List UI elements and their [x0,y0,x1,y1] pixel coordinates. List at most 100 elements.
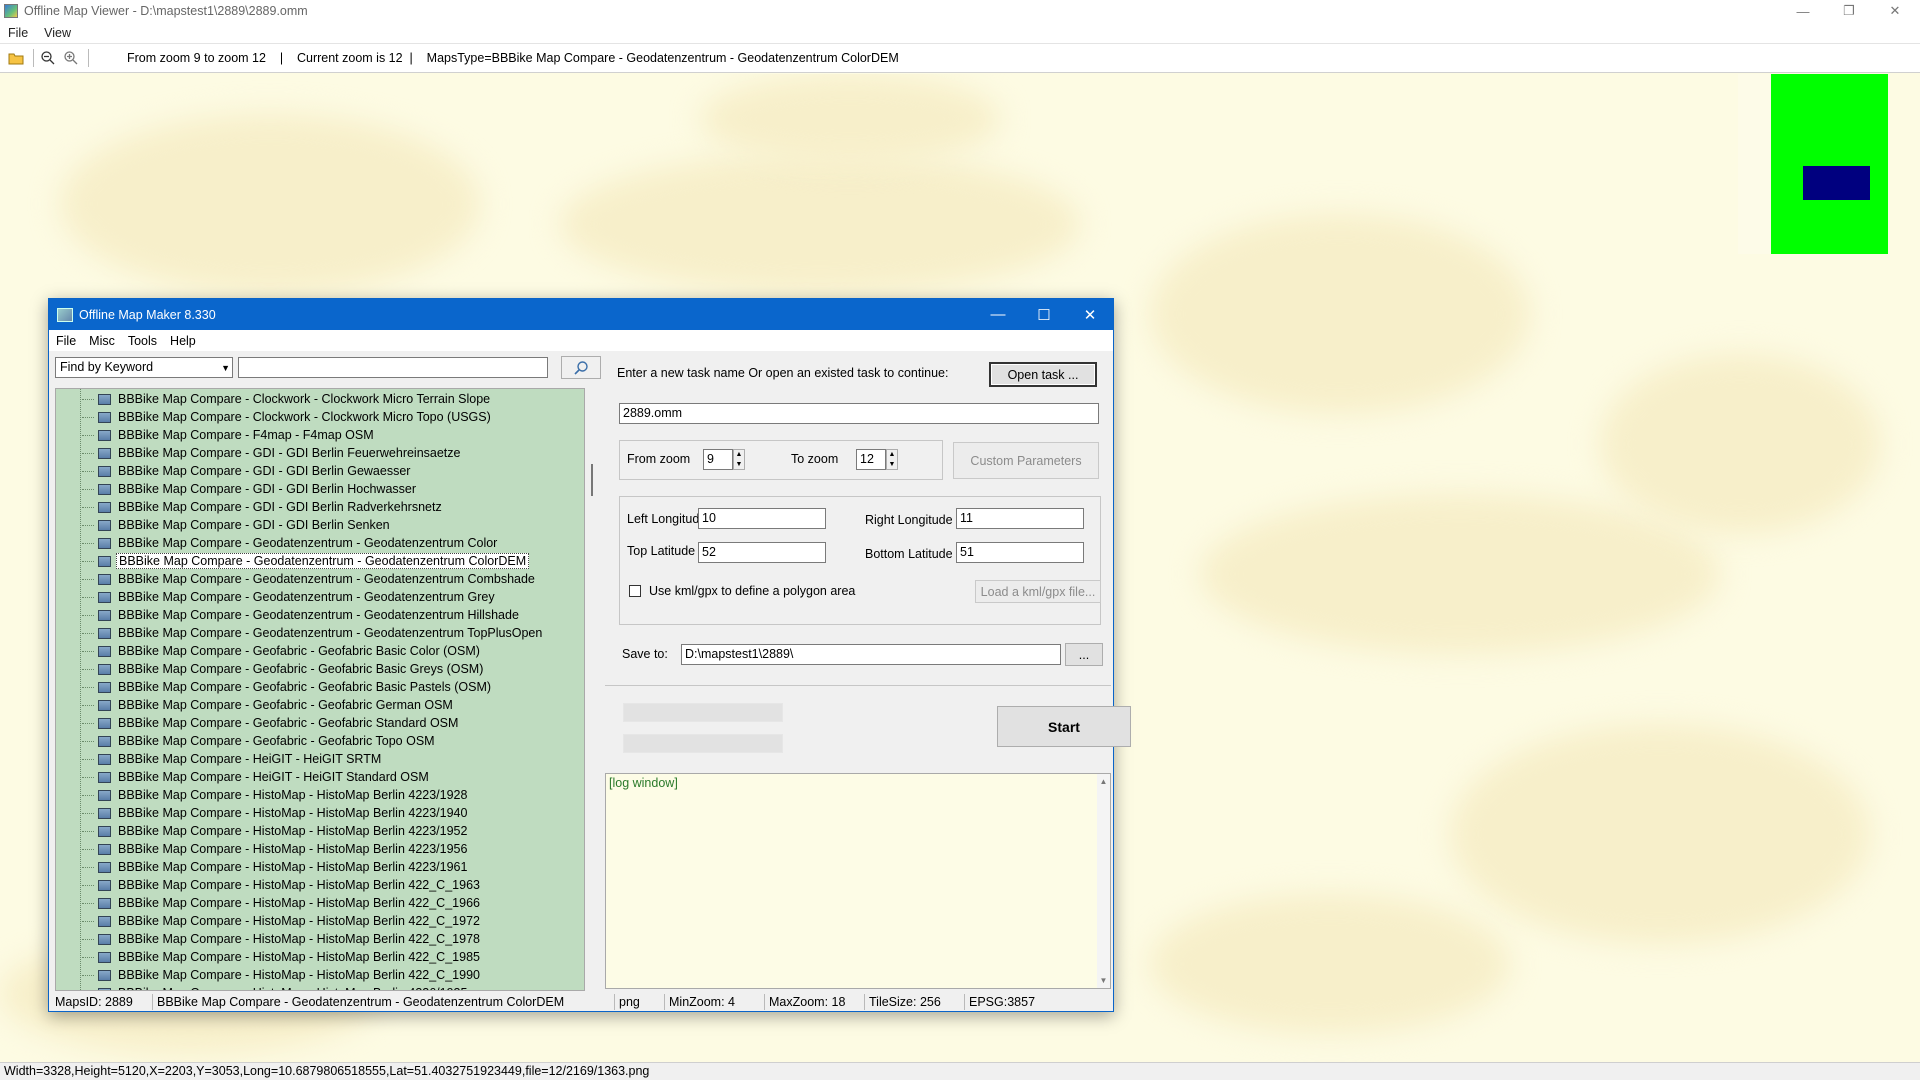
tree-item[interactable]: BBBike Map Compare - Clockwork - Clockwo… [82,390,492,408]
viewer-toolbar: From zoom 9 to zoom 12 | Current zoom is… [0,43,1920,73]
chevron-down-icon[interactable]: ▼ [221,363,230,373]
tree-item[interactable]: BBBike Map Compare - GDI - GDI Berlin Ra… [82,498,444,516]
menu-view[interactable]: View [44,26,71,40]
start-button[interactable]: Start [997,706,1131,747]
tree-item[interactable]: BBBike Map Compare - Geofabric - Geofabr… [82,678,493,696]
right-longitude-input[interactable]: 11 [956,508,1084,529]
left-longitude-input[interactable]: 10 [698,508,826,529]
tree-item[interactable]: BBBike Map Compare - HistoMap - HistoMap… [82,948,482,966]
zoom-in-icon[interactable] [61,48,81,68]
tree-item[interactable]: BBBike Map Compare - F4map - F4map OSM [82,426,376,444]
tree-item[interactable]: BBBike Map Compare - Clockwork - Clockwo… [82,408,493,426]
viewer-title-bar: Offline Map Viewer - D:\mapstest1\2889\2… [0,0,1920,22]
tree-connector [82,740,94,742]
minimize-icon[interactable]: — [1780,0,1826,22]
spin-down-icon[interactable]: ▼ [889,461,896,468]
maker-menu-help[interactable]: Help [170,334,196,348]
tree-item[interactable]: BBBike Map Compare - HistoMap - HistoMap… [82,822,469,840]
tree-item[interactable]: BBBike Map Compare - Geodatenzentrum - G… [82,588,497,606]
from-zoom-spinner[interactable]: ▲ ▼ [733,449,745,470]
folder-open-icon[interactable] [6,48,26,68]
tree-item[interactable]: BBBike Map Compare - HistoMap - HistoMap… [82,912,482,930]
tree-item-label: BBBike Map Compare - Clockwork - Clockwo… [118,392,491,406]
load-kml-button[interactable]: Load a kml/gpx file... [975,580,1101,603]
tree-item[interactable]: BBBike Map Compare - HistoMap - HistoMap… [82,786,469,804]
tree-item[interactable]: BBBike Map Compare - HistoMap - HistoMap… [82,858,469,876]
tree-connector [82,776,94,778]
scroll-up-icon[interactable]: ▲ [1100,777,1108,786]
tree-item[interactable]: BBBike Map Compare - Geofabric - Geofabr… [82,714,460,732]
from-zoom-input[interactable]: 9 [703,449,733,470]
minimap-viewport[interactable] [1803,166,1870,200]
custom-parameters-button[interactable]: Custom Parameters [953,442,1099,479]
bottom-latitude-input[interactable]: 51 [956,542,1084,563]
tree-item[interactable]: BBBike Map Compare - Geofabric - Geofabr… [82,660,485,678]
zoom-out-icon[interactable] [38,48,58,68]
map-layer-icon [98,969,111,981]
spin-down-icon[interactable]: ▼ [736,461,743,468]
tree-item[interactable]: BBBike Map Compare - HistoMap - HistoMap… [82,840,469,858]
tree-item[interactable]: BBBike Map Compare - Geofabric - Geofabr… [82,696,455,714]
log-scrollbar[interactable]: ▲ ▼ [1097,774,1110,988]
scrollbar-thumb[interactable] [591,464,593,496]
maker-menu-misc[interactable]: Misc [89,334,115,348]
task-name-field[interactable]: 2889.omm [619,403,1099,424]
spin-up-icon[interactable]: ▲ [736,451,743,458]
viewer-menu-bar: File View [0,22,1920,43]
zoom-info-text: From zoom 9 to zoom 12 | Current zoom is… [127,51,899,65]
search-input[interactable] [238,357,548,378]
maker-status-bar: MapsID: 2889 BBBike Map Compare - Geodat… [51,993,1111,1011]
map-layer-icon [98,393,111,405]
tree-item[interactable]: BBBike Map Compare - HistoMap - HistoMap… [82,876,482,894]
tree-item[interactable]: BBBike Map Compare - Geofabric - Geofabr… [82,642,482,660]
tree-item[interactable]: BBBike Map Compare - HistoMap - HistoMap… [82,804,469,822]
save-to-field[interactable]: D:\mapstest1\2889\ [681,644,1061,665]
overview-minimap[interactable] [1738,74,1888,254]
close-icon[interactable]: ✕ [1872,0,1918,22]
tree-connector [82,560,94,562]
search-button[interactable] [561,356,601,379]
tree-item[interactable]: BBBike Map Compare - HistoMap - HistoMap… [82,966,482,984]
tree-item[interactable]: BBBike Map Compare - Geodatenzentrum - G… [82,624,544,642]
tree-item[interactable]: BBBike Map Compare - GDI - GDI Berlin Ge… [82,462,412,480]
tree-scrollbar[interactable] [587,388,599,991]
kml-polygon-checkbox[interactable] [629,585,641,597]
tree-item[interactable]: BBBike Map Compare - Geodatenzentrum - G… [82,552,530,570]
spin-up-icon[interactable]: ▲ [889,451,896,458]
keyword-filter-select[interactable]: Find by Keyword ▼ [55,357,233,378]
map-layer-icon [98,591,111,603]
to-zoom-spinner[interactable]: ▲ ▼ [886,449,898,470]
maker-minimize-icon[interactable]: — [975,299,1021,330]
tree-item[interactable]: BBBike Map Compare - GDI - GDI Berlin Ho… [82,480,418,498]
tree-item[interactable]: BBBike Map Compare - Geofabric - Geofabr… [82,732,437,750]
maker-app-icon [57,307,73,322]
top-latitude-input[interactable]: 52 [698,542,826,563]
map-source-tree[interactable]: BBBike Map Compare - Clockwork - Clockwo… [55,388,585,991]
tree-connector [82,650,94,652]
tree-item[interactable]: BBBike Map Compare - HistoMap - HistoMap… [82,984,469,990]
map-layer-icon [98,699,111,711]
tree-item[interactable]: BBBike Map Compare - Geodatenzentrum - G… [82,534,499,552]
tree-item[interactable]: BBBike Map Compare - Geodatenzentrum - G… [82,606,521,624]
tree-item[interactable]: BBBike Map Compare - HeiGIT - HeiGIT Sta… [82,768,431,786]
tree-item[interactable]: BBBike Map Compare - GDI - GDI Berlin Se… [82,516,392,534]
scroll-down-icon[interactable]: ▼ [1100,976,1108,985]
maker-menu-file[interactable]: File [56,334,76,348]
tree-item[interactable]: BBBike Map Compare - HistoMap - HistoMap… [82,894,482,912]
tree-item[interactable]: BBBike Map Compare - HistoMap - HistoMap… [82,930,482,948]
tree-item[interactable]: BBBike Map Compare - Geodatenzentrum - G… [82,570,537,588]
browse-button[interactable]: ... [1065,643,1103,666]
log-window[interactable]: [log window] ▲ ▼ [605,773,1111,989]
maker-maximize-icon[interactable]: ☐ [1021,299,1067,330]
menu-file[interactable]: File [8,26,28,40]
tree-item[interactable]: BBBike Map Compare - GDI - GDI Berlin Fe… [82,444,463,462]
left-longitude-label: Left Longitude [627,512,707,526]
maker-menu-tools[interactable]: Tools [128,334,157,348]
restore-icon[interactable]: ❐ [1826,0,1872,22]
tree-connector [82,812,94,814]
tree-item[interactable]: BBBike Map Compare - HeiGIT - HeiGIT SRT… [82,750,383,768]
to-zoom-input[interactable]: 12 [856,449,886,470]
open-task-button[interactable]: Open task ... [989,362,1097,387]
maker-close-icon[interactable]: ✕ [1067,299,1113,330]
map-layer-icon [98,825,111,837]
